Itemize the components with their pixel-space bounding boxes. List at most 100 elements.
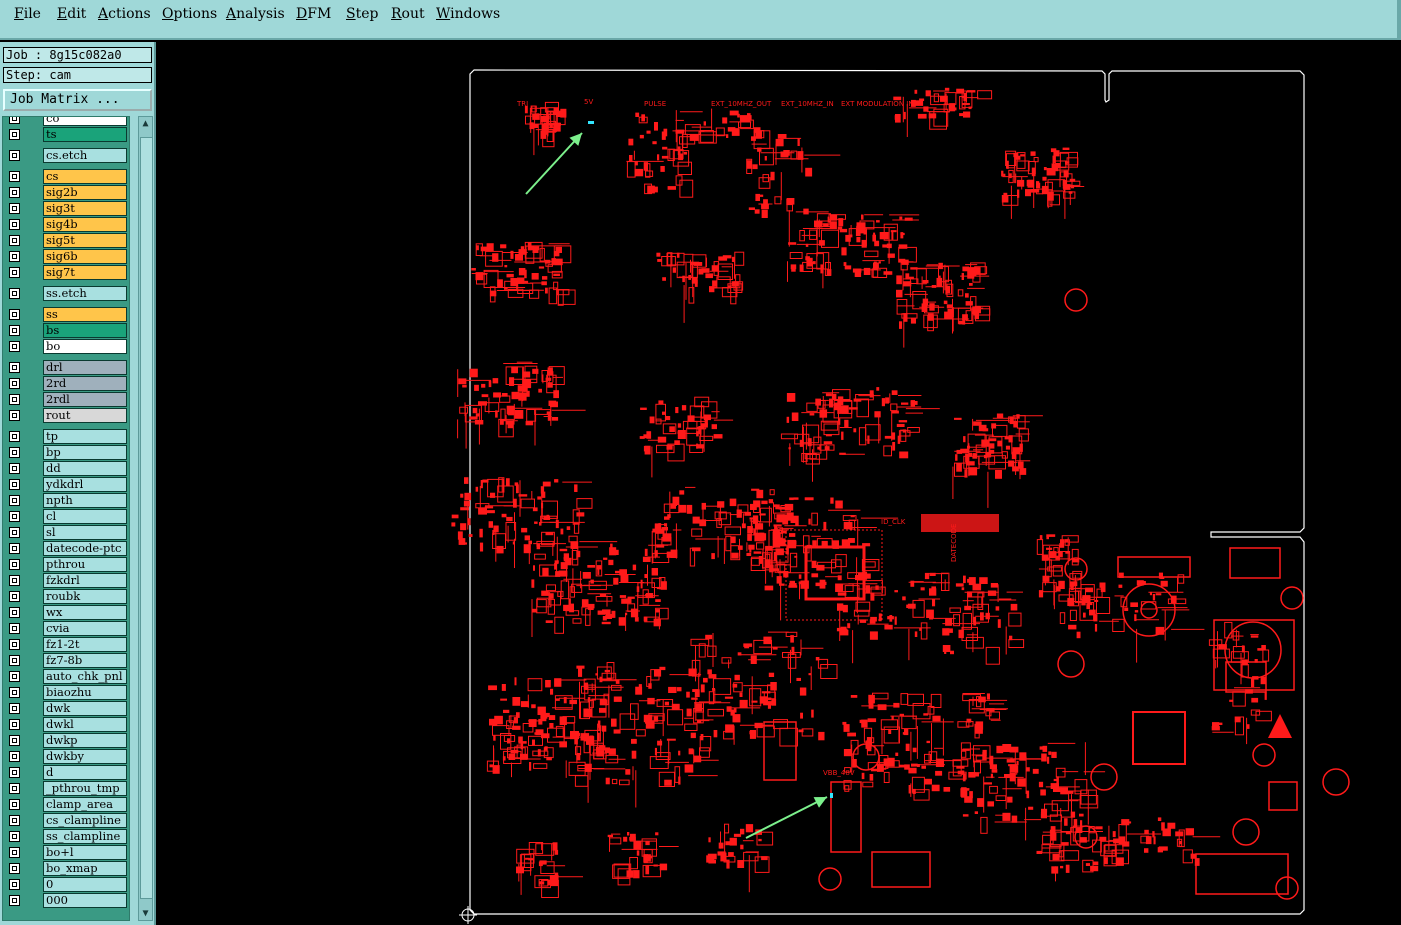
layer-affected-checkbox[interactable] — [9, 431, 20, 442]
layer-affected-checkbox[interactable] — [9, 687, 20, 698]
layer-affected-checkbox[interactable] — [9, 378, 20, 389]
layer-name-label[interactable]: roubk — [43, 589, 127, 604]
layer-affected-checkbox[interactable] — [9, 751, 20, 762]
layer-affected-checkbox[interactable] — [9, 235, 20, 246]
layer-name-label[interactable]: cs — [43, 169, 127, 184]
layer-affected-checkbox[interactable] — [9, 479, 20, 490]
layer-name-label[interactable]: bo_xmap — [43, 861, 127, 876]
layer-name-label[interactable]: bs — [43, 323, 127, 338]
menu-dfm[interactable]: DFM — [296, 6, 331, 22]
layer-affected-checkbox[interactable] — [9, 495, 20, 506]
layer-affected-checkbox[interactable] — [9, 607, 20, 618]
layer-affected-checkbox[interactable] — [9, 559, 20, 570]
layer-affected-checkbox[interactable] — [9, 463, 20, 474]
layer-name-label[interactable]: sig5t — [43, 233, 127, 248]
layer-name-label[interactable]: ss.etch — [43, 286, 127, 301]
layer-name-label[interactable]: rout — [43, 408, 127, 423]
layer-name-label[interactable]: wx — [43, 605, 127, 620]
layer-name-label[interactable]: datecode-ptc — [43, 541, 127, 556]
layer-name-label[interactable]: fz1-2t — [43, 637, 127, 652]
layer-name-label[interactable]: 0 — [43, 877, 127, 892]
layer-name-label[interactable]: bp — [43, 445, 127, 460]
layer-name-label[interactable]: dwkby — [43, 749, 127, 764]
layer-name-label[interactable]: fzkdrl — [43, 573, 127, 588]
layer-name-label[interactable]: 2rdl — [43, 392, 127, 407]
layer-affected-checkbox[interactable] — [9, 655, 20, 666]
scroll-down-arrow-icon[interactable]: ▼ — [139, 907, 152, 920]
layer-name-label[interactable]: dd — [43, 461, 127, 476]
layer-name-label[interactable]: npth — [43, 493, 127, 508]
layer-affected-checkbox[interactable] — [9, 815, 20, 826]
layer-affected-checkbox[interactable] — [9, 527, 20, 538]
layer-affected-checkbox[interactable] — [9, 799, 20, 810]
pcb-view[interactable]: TRI 5V PULSE EXT_10MHZ_OUT EXT_10MHZ_IN EXT M… — [156, 42, 1401, 925]
menu-windows[interactable]: Windows — [436, 6, 500, 22]
job-matrix-button[interactable]: Job Matrix ... — [3, 89, 152, 111]
scroll-thumb[interactable] — [140, 137, 153, 899]
layer-name-label[interactable]: bo+l — [43, 845, 127, 860]
layer-affected-checkbox[interactable] — [9, 735, 20, 746]
layer-affected-checkbox[interactable] — [9, 639, 20, 650]
layer-name-label[interactable]: pthrou — [43, 557, 127, 572]
layer-affected-checkbox[interactable] — [9, 591, 20, 602]
layer-name-label[interactable]: auto_chk_pnl — [43, 669, 127, 684]
layer-affected-checkbox[interactable] — [9, 362, 20, 373]
layer-affected-checkbox[interactable] — [9, 543, 20, 554]
layer-list-scrollbar[interactable]: ▲ ▼ — [138, 116, 153, 921]
layer-affected-checkbox[interactable] — [9, 341, 20, 352]
layer-affected-checkbox[interactable] — [9, 325, 20, 336]
layer-name-label[interactable]: sig6b — [43, 249, 127, 264]
layer-name-label[interactable]: co — [43, 117, 127, 126]
layer-name-label[interactable]: 000 — [43, 893, 127, 908]
layer-name-label[interactable]: dwk — [43, 701, 127, 716]
layer-affected-checkbox[interactable] — [9, 719, 20, 730]
layer-name-label[interactable]: ss — [43, 307, 127, 322]
layer-name-label[interactable]: ts — [43, 127, 127, 142]
layer-name-label[interactable]: cs_clampline — [43, 813, 127, 828]
layer-affected-checkbox[interactable] — [9, 117, 20, 124]
layer-name-label[interactable]: sig2b — [43, 185, 127, 200]
menu-options[interactable]: Options — [162, 6, 217, 22]
layer-affected-checkbox[interactable] — [9, 171, 20, 182]
scroll-up-arrow-icon[interactable]: ▲ — [139, 117, 152, 130]
layer-affected-checkbox[interactable] — [9, 831, 20, 842]
layer-affected-checkbox[interactable] — [9, 219, 20, 230]
layer-name-label[interactable]: ydkdrl — [43, 477, 127, 492]
graphic-canvas[interactable]: TRI 5V PULSE EXT_10MHZ_OUT EXT_10MHZ_IN EXT M… — [156, 42, 1401, 925]
layer-name-label[interactable]: _pthrou_tmp — [43, 781, 127, 796]
menu-edit[interactable]: Edit — [57, 6, 86, 22]
layer-affected-checkbox[interactable] — [9, 288, 20, 299]
layer-name-label[interactable]: cvia — [43, 621, 127, 636]
layer-name-label[interactable]: d — [43, 765, 127, 780]
layer-name-label[interactable]: cs.etch — [43, 148, 127, 163]
layer-affected-checkbox[interactable] — [9, 187, 20, 198]
layer-name-label[interactable]: ss_clampline — [43, 829, 127, 844]
layer-name-label[interactable]: clamp_area — [43, 797, 127, 812]
layer-name-label[interactable]: biaozhu — [43, 685, 127, 700]
layer-affected-checkbox[interactable] — [9, 150, 20, 161]
layer-affected-checkbox[interactable] — [9, 267, 20, 278]
layer-affected-checkbox[interactable] — [9, 129, 20, 140]
layer-affected-checkbox[interactable] — [9, 623, 20, 634]
layer-name-label[interactable]: dwkl — [43, 717, 127, 732]
layer-affected-checkbox[interactable] — [9, 895, 20, 906]
layer-affected-checkbox[interactable] — [9, 251, 20, 262]
menu-step[interactable]: Step — [346, 6, 378, 22]
layer-affected-checkbox[interactable] — [9, 671, 20, 682]
menu-analysis[interactable]: Analysis — [226, 6, 285, 22]
layer-affected-checkbox[interactable] — [9, 394, 20, 405]
layer-affected-checkbox[interactable] — [9, 863, 20, 874]
layer-name-label[interactable]: sl — [43, 525, 127, 540]
menu-actions[interactable]: Actions — [98, 6, 151, 22]
layer-name-label[interactable]: sig3t — [43, 201, 127, 216]
layer-name-label[interactable]: bo — [43, 339, 127, 354]
layer-name-label[interactable]: tp — [43, 429, 127, 444]
menu-rout[interactable]: Rout — [391, 6, 425, 22]
layer-affected-checkbox[interactable] — [9, 575, 20, 586]
layer-affected-checkbox[interactable] — [9, 847, 20, 858]
layer-affected-checkbox[interactable] — [9, 447, 20, 458]
layer-name-label[interactable]: sig7t — [43, 265, 127, 280]
menu-file[interactable]: File — [14, 6, 41, 22]
layer-name-label[interactable]: dwkp — [43, 733, 127, 748]
layer-name-label[interactable]: 2rd — [43, 376, 127, 391]
